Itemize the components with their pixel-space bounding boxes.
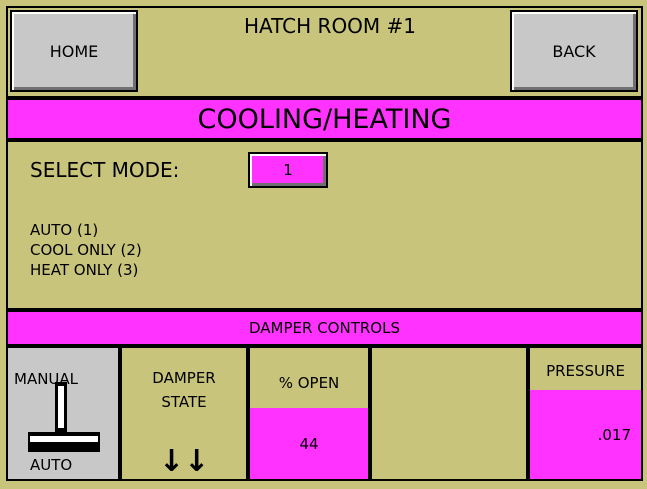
empty-cell (370, 346, 528, 481)
mode-option-cool-only: COOL ONLY (2) (30, 241, 142, 259)
percent-open-value: 44 (299, 434, 319, 453)
pressure-value: .017 (597, 425, 631, 444)
cooling-heating-banner: COOLING/HEATING (6, 98, 643, 140)
back-button[interactable]: BACK (510, 10, 638, 92)
mode-options-list: AUTO (1) COOL ONLY (2) HEAT ONLY (3) (30, 220, 142, 280)
manual-auto-switch[interactable]: MANUAL AUTO (6, 346, 120, 481)
pressure-value-box: .017 (530, 390, 641, 479)
damper-controls-banner: DAMPER CONTROLS (6, 310, 643, 346)
mode-option-auto: AUTO (1) (30, 221, 99, 239)
percent-open-label: % OPEN (278, 374, 340, 392)
select-mode-label: SELECT MODE: (30, 158, 180, 182)
mode-select-button[interactable]: 1 (248, 152, 328, 188)
damper-controls-title: DAMPER CONTROLS (249, 319, 400, 337)
manual-label: MANUAL (14, 370, 79, 388)
damper-state-label: DAMPER STATE (152, 369, 216, 411)
auto-label: AUTO (30, 456, 73, 474)
page-title: HATCH ROOM #1 (243, 14, 417, 38)
mode-option-heat-only: HEAT ONLY (3) (30, 261, 139, 279)
switch-lever-icon (28, 432, 100, 452)
double-down-arrow-icon: ↓↓ (158, 444, 210, 479)
percent-open-cell: % OPEN 44 (248, 346, 370, 481)
pressure-label: PRESSURE (546, 362, 625, 380)
pressure-cell: PRESSURE .017 (528, 346, 643, 481)
damper-state-cell: DAMPER STATE ↓↓ (120, 346, 248, 481)
cooling-heating-title: COOLING/HEATING (197, 103, 452, 135)
home-button[interactable]: HOME (10, 10, 138, 92)
percent-open-value-box: 44 (250, 408, 368, 479)
switch-handle-icon (55, 382, 67, 432)
